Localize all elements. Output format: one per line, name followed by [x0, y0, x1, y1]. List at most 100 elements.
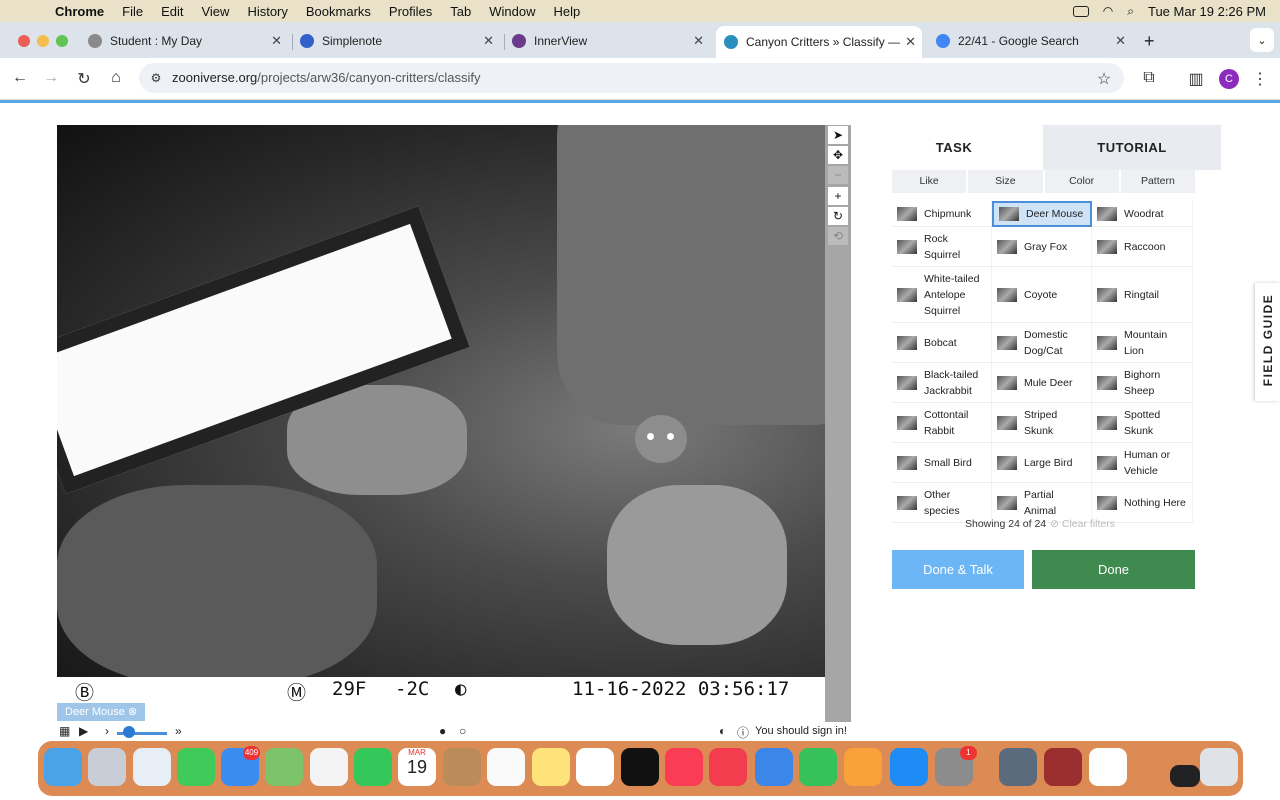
done-and-talk-button[interactable]: Done & Talk	[892, 550, 1024, 589]
species-option[interactable]: Striped Skunk	[992, 403, 1092, 443]
search-icon[interactable]: ⌕	[1127, 4, 1134, 19]
signin-notice[interactable]: You should sign in!	[755, 725, 847, 737]
tab-student-my-day[interactable]: Student : My Day ✕	[88, 28, 288, 54]
minimize-window-button[interactable]	[37, 35, 49, 47]
music-icon[interactable]	[665, 748, 703, 786]
pointer-tool-icon[interactable]: ➤	[828, 126, 848, 144]
species-option[interactable]: Spotted Skunk	[1092, 403, 1193, 443]
close-icon[interactable]: ✕	[1115, 33, 1126, 49]
more-menu-icon[interactable]: ⋮	[1250, 69, 1270, 89]
reload-icon[interactable]: ↻	[74, 69, 94, 89]
species-option[interactable]: Coyote	[992, 267, 1092, 323]
safari-icon[interactable]	[133, 748, 171, 786]
subject-image[interactable]	[57, 125, 825, 677]
species-option[interactable]: Mule Deer	[992, 363, 1092, 403]
field-guide-tab[interactable]: FIELD GUIDE	[1255, 283, 1280, 401]
menu-profiles[interactable]: Profiles	[380, 4, 441, 19]
tab-canyon-critters[interactable]: Canyon Critters » Classify — ✕	[716, 26, 922, 58]
selected-species-chip[interactable]: Deer Mouse ⊗	[57, 703, 145, 721]
info-icon[interactable]: ⓘ	[737, 724, 749, 741]
species-option[interactable]: Human or Vehicle	[1092, 443, 1193, 483]
chrome-icon[interactable]	[1089, 748, 1127, 786]
forward-icon[interactable]: →	[41, 69, 61, 87]
menu-view[interactable]: View	[192, 4, 238, 19]
species-option[interactable]: Deer Mouse	[992, 201, 1092, 227]
zoom-out-icon[interactable]: −	[828, 166, 848, 184]
messages-icon[interactable]	[177, 748, 215, 786]
home-icon[interactable]: ⌂	[106, 69, 126, 87]
apple-tv-icon[interactable]	[621, 748, 659, 786]
species-option[interactable]: Nothing Here	[1092, 483, 1193, 523]
keynote-icon[interactable]	[755, 748, 793, 786]
new-tab-button[interactable]: +	[1144, 28, 1155, 54]
species-option[interactable]: White-tailed Antelope Squirrel	[892, 267, 992, 323]
facetime-icon[interactable]	[354, 748, 392, 786]
species-option[interactable]: Gray Fox	[992, 227, 1092, 267]
menu-window[interactable]: Window	[480, 4, 544, 19]
species-option[interactable]: Chipmunk	[892, 201, 992, 227]
close-icon[interactable]: ✕	[905, 34, 916, 50]
tab-tutorial[interactable]: TUTORIAL	[1043, 125, 1221, 170]
contacts-icon[interactable]	[443, 748, 481, 786]
calendar-icon[interactable]: MAR 19	[398, 748, 436, 786]
tab-simplenote[interactable]: Simplenote ✕	[300, 28, 500, 54]
rotate-icon[interactable]: ↻	[828, 207, 848, 225]
trash-icon[interactable]	[1200, 748, 1238, 786]
extensions-icon[interactable]: ⧉	[1139, 69, 1159, 87]
species-option[interactable]: Black-tailed Jackrabbit	[892, 363, 992, 403]
species-option[interactable]: Rock Squirrel	[892, 227, 992, 267]
battery-icon[interactable]	[1072, 5, 1089, 17]
species-option[interactable]: Domestic Dog/Cat	[992, 323, 1092, 363]
species-option[interactable]: Mountain Lion	[1092, 323, 1193, 363]
quicktime-icon[interactable]	[999, 748, 1037, 786]
wifi-icon[interactable]: ◠	[1103, 4, 1113, 18]
frame-dot-active[interactable]: ●	[439, 724, 446, 738]
launchpad-icon[interactable]	[88, 748, 126, 786]
apple-tv-window-icon[interactable]	[1170, 765, 1200, 787]
finder-icon[interactable]	[44, 748, 82, 786]
numbers-icon[interactable]	[799, 748, 837, 786]
menu-edit[interactable]: Edit	[152, 4, 192, 19]
bookmark-star-icon[interactable]: ☆	[1094, 69, 1114, 89]
close-icon[interactable]: ✕	[483, 33, 494, 49]
filter-color[interactable]: Color	[1044, 170, 1119, 193]
clock[interactable]: Tue Mar 19 2:26 PM	[1148, 4, 1266, 19]
menu-app-name[interactable]: Chrome	[46, 4, 113, 19]
profile-avatar[interactable]: C	[1219, 69, 1239, 89]
tab-search-button[interactable]: ⌄	[1250, 28, 1274, 52]
species-option[interactable]: Bighorn Sheep	[1092, 363, 1193, 403]
zoom-window-button[interactable]	[56, 35, 68, 47]
tab-task[interactable]: TASK	[865, 125, 1043, 170]
reset-icon[interactable]: ⟲	[828, 227, 848, 245]
species-option[interactable]: Small Bird	[892, 443, 992, 483]
frame-dot[interactable]: ○	[459, 724, 466, 738]
done-button[interactable]: Done	[1032, 550, 1195, 589]
freeform-icon[interactable]	[576, 748, 614, 786]
species-option[interactable]: Woodrat	[1092, 201, 1193, 227]
contrast-icon[interactable]: ◐	[719, 724, 726, 738]
menu-help[interactable]: Help	[545, 4, 590, 19]
species-option[interactable]: Large Bird	[992, 443, 1092, 483]
species-option[interactable]: Bobcat	[892, 323, 992, 363]
close-icon[interactable]: ✕	[693, 33, 704, 49]
maps-icon[interactable]	[265, 748, 303, 786]
slower-icon[interactable]: ›	[105, 724, 109, 738]
species-option[interactable]: Cottontail Rabbit	[892, 403, 992, 443]
menu-file[interactable]: File	[113, 4, 152, 19]
menu-tab[interactable]: Tab	[441, 4, 480, 19]
back-icon[interactable]: ←	[10, 69, 30, 87]
clear-filters-link[interactable]: ⊘ Clear filters	[1050, 518, 1115, 530]
menu-bookmarks[interactable]: Bookmarks	[297, 4, 380, 19]
species-option[interactable]: Other species	[892, 483, 992, 523]
url-text[interactable]: zooniverse.org/projects/arw36/canyon-cri…	[172, 70, 481, 85]
pages-icon[interactable]	[844, 748, 882, 786]
filter-pattern[interactable]: Pattern	[1120, 170, 1195, 193]
notes-icon[interactable]	[532, 748, 570, 786]
play-icon[interactable]: ▶	[79, 724, 88, 738]
menu-history[interactable]: History	[238, 4, 296, 19]
dictionary-icon[interactable]	[1044, 748, 1082, 786]
tab-google-search[interactable]: 22/41 - Google Search ✕	[936, 28, 1132, 54]
zoom-in-icon[interactable]: +	[828, 187, 848, 205]
close-icon[interactable]: ✕	[271, 33, 282, 49]
close-window-button[interactable]	[18, 35, 30, 47]
